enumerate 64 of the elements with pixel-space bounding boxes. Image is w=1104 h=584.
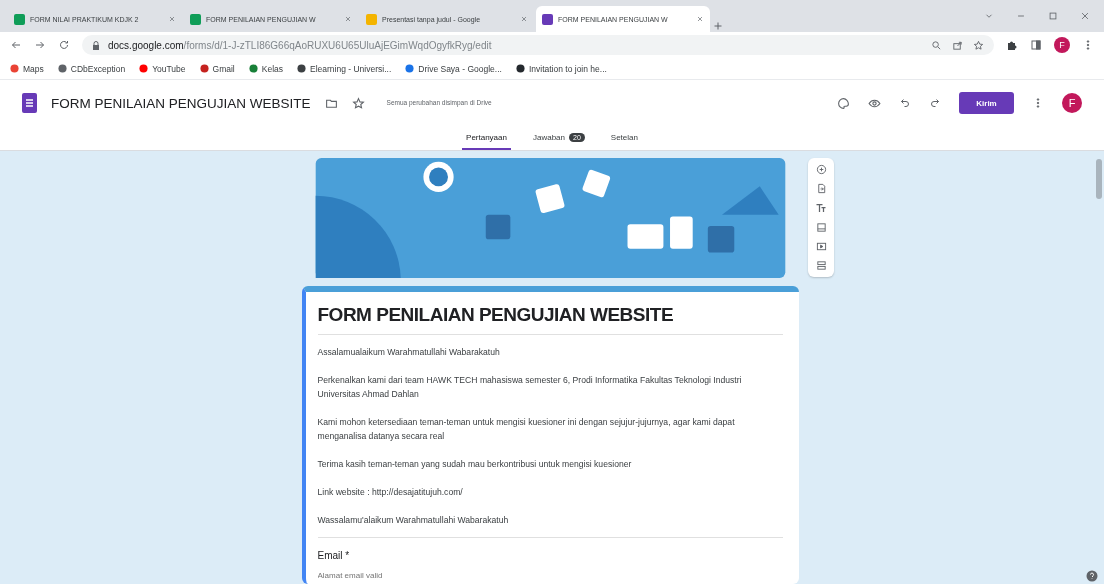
account-avatar[interactable]: F (1062, 93, 1082, 113)
bookmark-icon (10, 64, 19, 73)
send-button[interactable]: Kirim (959, 92, 1014, 114)
form-title[interactable]: FORM PENILAIAN PENGUJIAN WEBSITE (51, 95, 311, 111)
close-icon[interactable] (1080, 11, 1090, 21)
reload-icon[interactable] (58, 39, 70, 51)
close-tab-icon[interactable] (696, 15, 704, 23)
bookmark-item[interactable]: Invitation to join he... (515, 63, 607, 74)
forms-favicon-icon (542, 13, 553, 25)
palette-icon[interactable] (837, 96, 850, 110)
description-paragraph: Assalamualaikum Warahmatullahi Wabarakatuh (317, 346, 501, 359)
description-paragraph: Kami mohon ketersediaan teman-teman untuk mengisi kuesioner ini dengan sejujur-jujurnya, agar kami dapat menganalisa datanya secara real (317, 416, 736, 443)
description-paragraph: Link website : http://desajatitujuh.com/ (317, 486, 464, 499)
sheets-favicon-icon (14, 13, 25, 25)
bookmark-item[interactable]: Drive Saya - Google... (405, 63, 502, 74)
sheets-favicon-icon (190, 13, 201, 25)
email-input-field[interactable]: Alamat email valid (317, 561, 618, 584)
video-icon[interactable] (815, 241, 827, 252)
slides-favicon-icon (366, 13, 377, 25)
bookmark-icon (139, 64, 149, 73)
redo-icon[interactable] (929, 97, 941, 109)
bookmark-item[interactable]: Elearning - Universi... (297, 63, 392, 74)
description-paragraph: Wassalamu'alaikum Warahmatullahi Wabarakatuh (317, 514, 510, 527)
section-icon[interactable] (815, 260, 827, 271)
side-panel-icon[interactable] (1030, 39, 1042, 51)
description-paragraph: Terima kasih teman-teman yang sudah mau berkontribusi untuk mengisi kuesioner (317, 458, 633, 471)
close-tab-icon[interactable] (168, 15, 176, 23)
bookmark-item[interactable]: CDbException (57, 63, 126, 74)
question-label: Email * (317, 537, 783, 561)
scrollbar-thumb[interactable] (1096, 159, 1102, 199)
search-icon[interactable] (931, 39, 942, 51)
share-icon[interactable] (952, 39, 963, 51)
lock-icon (92, 40, 100, 50)
bookmark-icon (405, 64, 415, 73)
star-icon[interactable] (973, 39, 984, 51)
bookmark-item[interactable]: Maps (10, 63, 44, 74)
maximize-icon[interactable] (1048, 11, 1058, 21)
bookmark-icon (297, 64, 306, 73)
new-tab-icon[interactable] (712, 20, 724, 32)
form-heading[interactable]: FORM PENILAIAN PENGUJIAN WEBSITE (317, 304, 783, 335)
view-tab[interactable]: Setelan (606, 126, 642, 150)
description-paragraph: Perkenalkan kami dari team HAWK TECH mahasiswa semester 6, Prodi Informatika Fakultas Teknologi Industri Universitas Ahmad Dahlan (317, 374, 743, 401)
bookmark-icon (248, 64, 258, 73)
bookmark-icon (199, 64, 209, 73)
address-bar[interactable]: docs.google.com/forms/d/1-J-zTLI86G66qAoRUXU6U65UluAjEGimWqdOgyfkRyg/edit (82, 35, 994, 55)
bookmark-item[interactable]: Kelas (248, 63, 283, 74)
forms-logo-icon (22, 93, 37, 113)
puzzle-icon[interactable] (1006, 39, 1018, 51)
bookmark-icon (515, 64, 525, 73)
close-tab-icon[interactable] (344, 15, 352, 23)
globe-icon (57, 64, 67, 73)
help-icon[interactable] (1086, 570, 1098, 582)
add-circle-icon[interactable] (815, 164, 827, 175)
bookmark-item[interactable]: YouTube (139, 63, 186, 74)
profile-avatar[interactable]: F (1054, 37, 1070, 53)
undo-icon[interactable] (899, 97, 911, 109)
bookmark-item[interactable]: Gmail (199, 63, 235, 74)
image-icon[interactable] (815, 222, 827, 233)
back-icon[interactable] (10, 39, 22, 51)
close-tab-icon[interactable] (520, 15, 528, 23)
import-file-icon[interactable] (815, 183, 827, 194)
star-icon[interactable] (351, 96, 365, 110)
text-icon[interactable] (815, 202, 827, 214)
forward-icon[interactable] (34, 39, 46, 51)
